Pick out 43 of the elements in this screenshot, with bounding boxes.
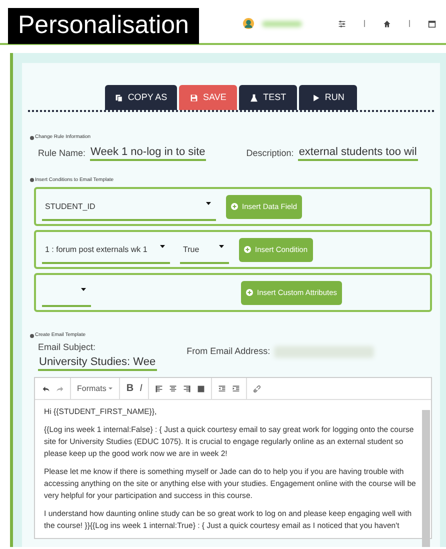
- plus-circle-icon: [246, 289, 253, 296]
- calendar-icon[interactable]: [428, 20, 436, 28]
- test-button[interactable]: TEST: [239, 85, 298, 110]
- plus-circle-icon: [244, 246, 251, 254]
- description-field[interactable]: external students too wil: [298, 146, 418, 161]
- rule-name-field[interactable]: Week 1 no-log in to site: [90, 146, 206, 161]
- copy-button[interactable]: COPY AS: [104, 85, 178, 110]
- save-button[interactable]: SAVE: [179, 85, 238, 110]
- home-icon[interactable]: [383, 20, 391, 28]
- justify-icon[interactable]: [197, 384, 206, 393]
- sliders-icon[interactable]: [338, 20, 346, 28]
- run-button[interactable]: RUN: [299, 85, 358, 110]
- align-left-icon[interactable]: [155, 384, 164, 393]
- subject-field[interactable]: University Studies: Wee: [38, 356, 157, 372]
- dropdown[interactable]: STUDENT_ID: [42, 198, 216, 221]
- formats-dropdown[interactable]: Formats: [74, 382, 116, 395]
- field-label: Email Subject:: [38, 340, 96, 354]
- dropdown[interactable]: 1 : forum post externals wk 1: [42, 242, 170, 264]
- plus-circle-icon: [231, 203, 238, 210]
- field-label: From Email Address:: [186, 344, 270, 358]
- link-icon[interactable]: [253, 384, 262, 393]
- undo-icon[interactable]: [42, 384, 50, 393]
- page-title: Personalisation: [8, 8, 199, 44]
- align-center-icon[interactable]: [169, 384, 178, 393]
- italic-button[interactable]: I: [136, 381, 146, 396]
- align-right-icon[interactable]: [183, 384, 192, 393]
- caret-icon: [205, 200, 212, 206]
- avatar-icon: [243, 18, 254, 29]
- flask-icon: [250, 94, 258, 102]
- field-label: Rule Name:: [38, 147, 86, 160]
- outdent-icon[interactable]: [218, 384, 226, 393]
- play-icon: [312, 94, 320, 102]
- blurred-username: [262, 20, 302, 26]
- caret-icon: [218, 244, 225, 249]
- caret-icon: [80, 286, 87, 292]
- field-label: Description:: [246, 147, 294, 160]
- indent-icon[interactable]: [232, 384, 240, 393]
- floppy-icon: [190, 94, 198, 102]
- copy-icon: [114, 94, 123, 102]
- caret-icon: [108, 386, 114, 392]
- bold-button[interactable]: B: [123, 381, 137, 396]
- caret-icon: [159, 244, 166, 249]
- dropdown[interactable]: True: [180, 242, 229, 264]
